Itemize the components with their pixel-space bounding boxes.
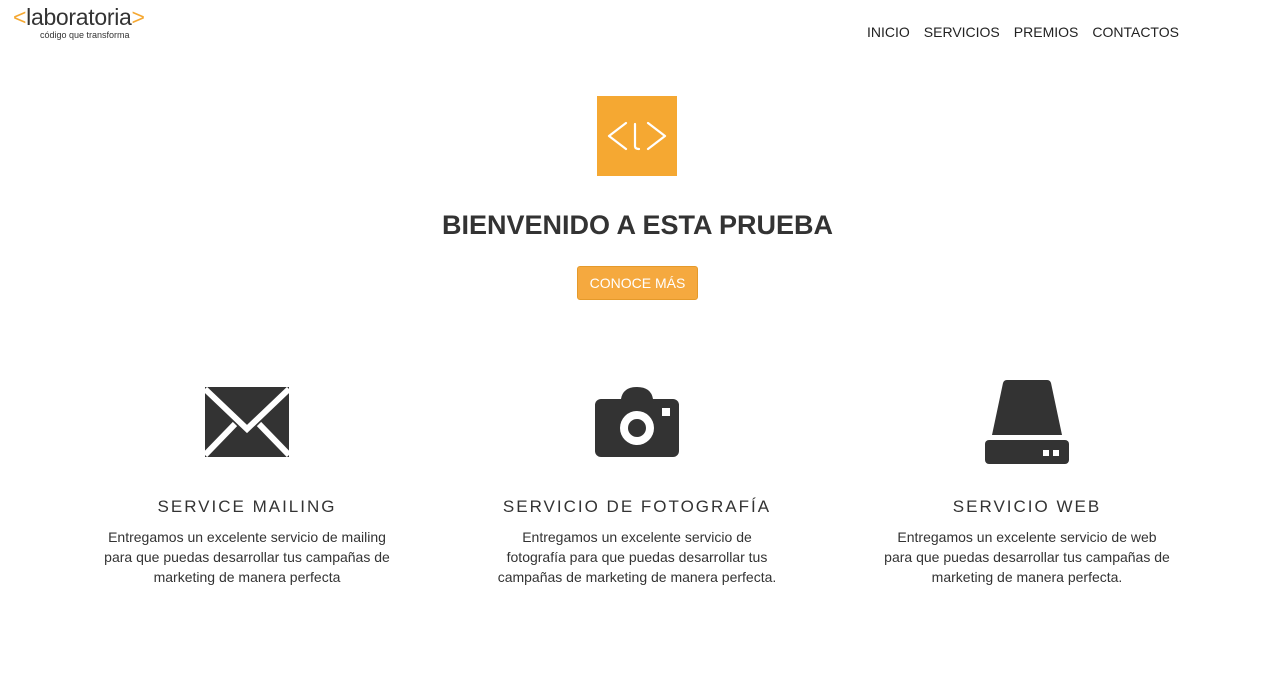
service-description: Entregamos un excelente servicio de foto… — [497, 529, 777, 585]
logo-bracket-open: < — [13, 4, 27, 30]
service-description: Entregamos un excelente servicio de mail… — [104, 529, 390, 585]
logo-tagline: código que transforma — [40, 30, 130, 40]
brand-logo[interactable]: <laboratoria> código que transforma — [13, 3, 163, 43]
envelope-icon — [197, 370, 297, 470]
hard-drive-icon — [977, 370, 1077, 470]
service-title: SERVICE MAILING — [157, 497, 337, 516]
camera-icon — [587, 370, 687, 470]
nav-link-contactos[interactable]: CONTACTOS — [1092, 23, 1179, 41]
service-title: SERVICIO DE FOTOGRAFÍA — [502, 497, 772, 516]
logo-wordmark: <laboratoria> — [13, 3, 145, 31]
service-description: Entregamos un excelente servicio de web … — [884, 529, 1170, 585]
hero-logo-icon — [597, 96, 677, 176]
main-nav: INICIO SERVICIOS PREMIOS CONTACTOS — [867, 23, 1179, 41]
service-title: SERVICIO WEB — [952, 497, 1102, 516]
page: <laboratoria> código que transforma INIC… — [0, 0, 1275, 685]
code-brackets-icon — [607, 121, 667, 151]
nav-link-servicios[interactable]: SERVICIOS — [924, 23, 1000, 41]
logo-word: laboratoria — [26, 4, 132, 30]
hero-title: BIENVENIDO A ESTA PRUEBA — [441, 210, 834, 240]
logo-bracket-close: > — [131, 4, 145, 30]
nav-link-premios[interactable]: PREMIOS — [1014, 23, 1079, 41]
conoce-mas-button[interactable]: CONOCE MÁS — [577, 266, 698, 300]
nav-link-inicio[interactable]: INICIO — [867, 23, 910, 41]
